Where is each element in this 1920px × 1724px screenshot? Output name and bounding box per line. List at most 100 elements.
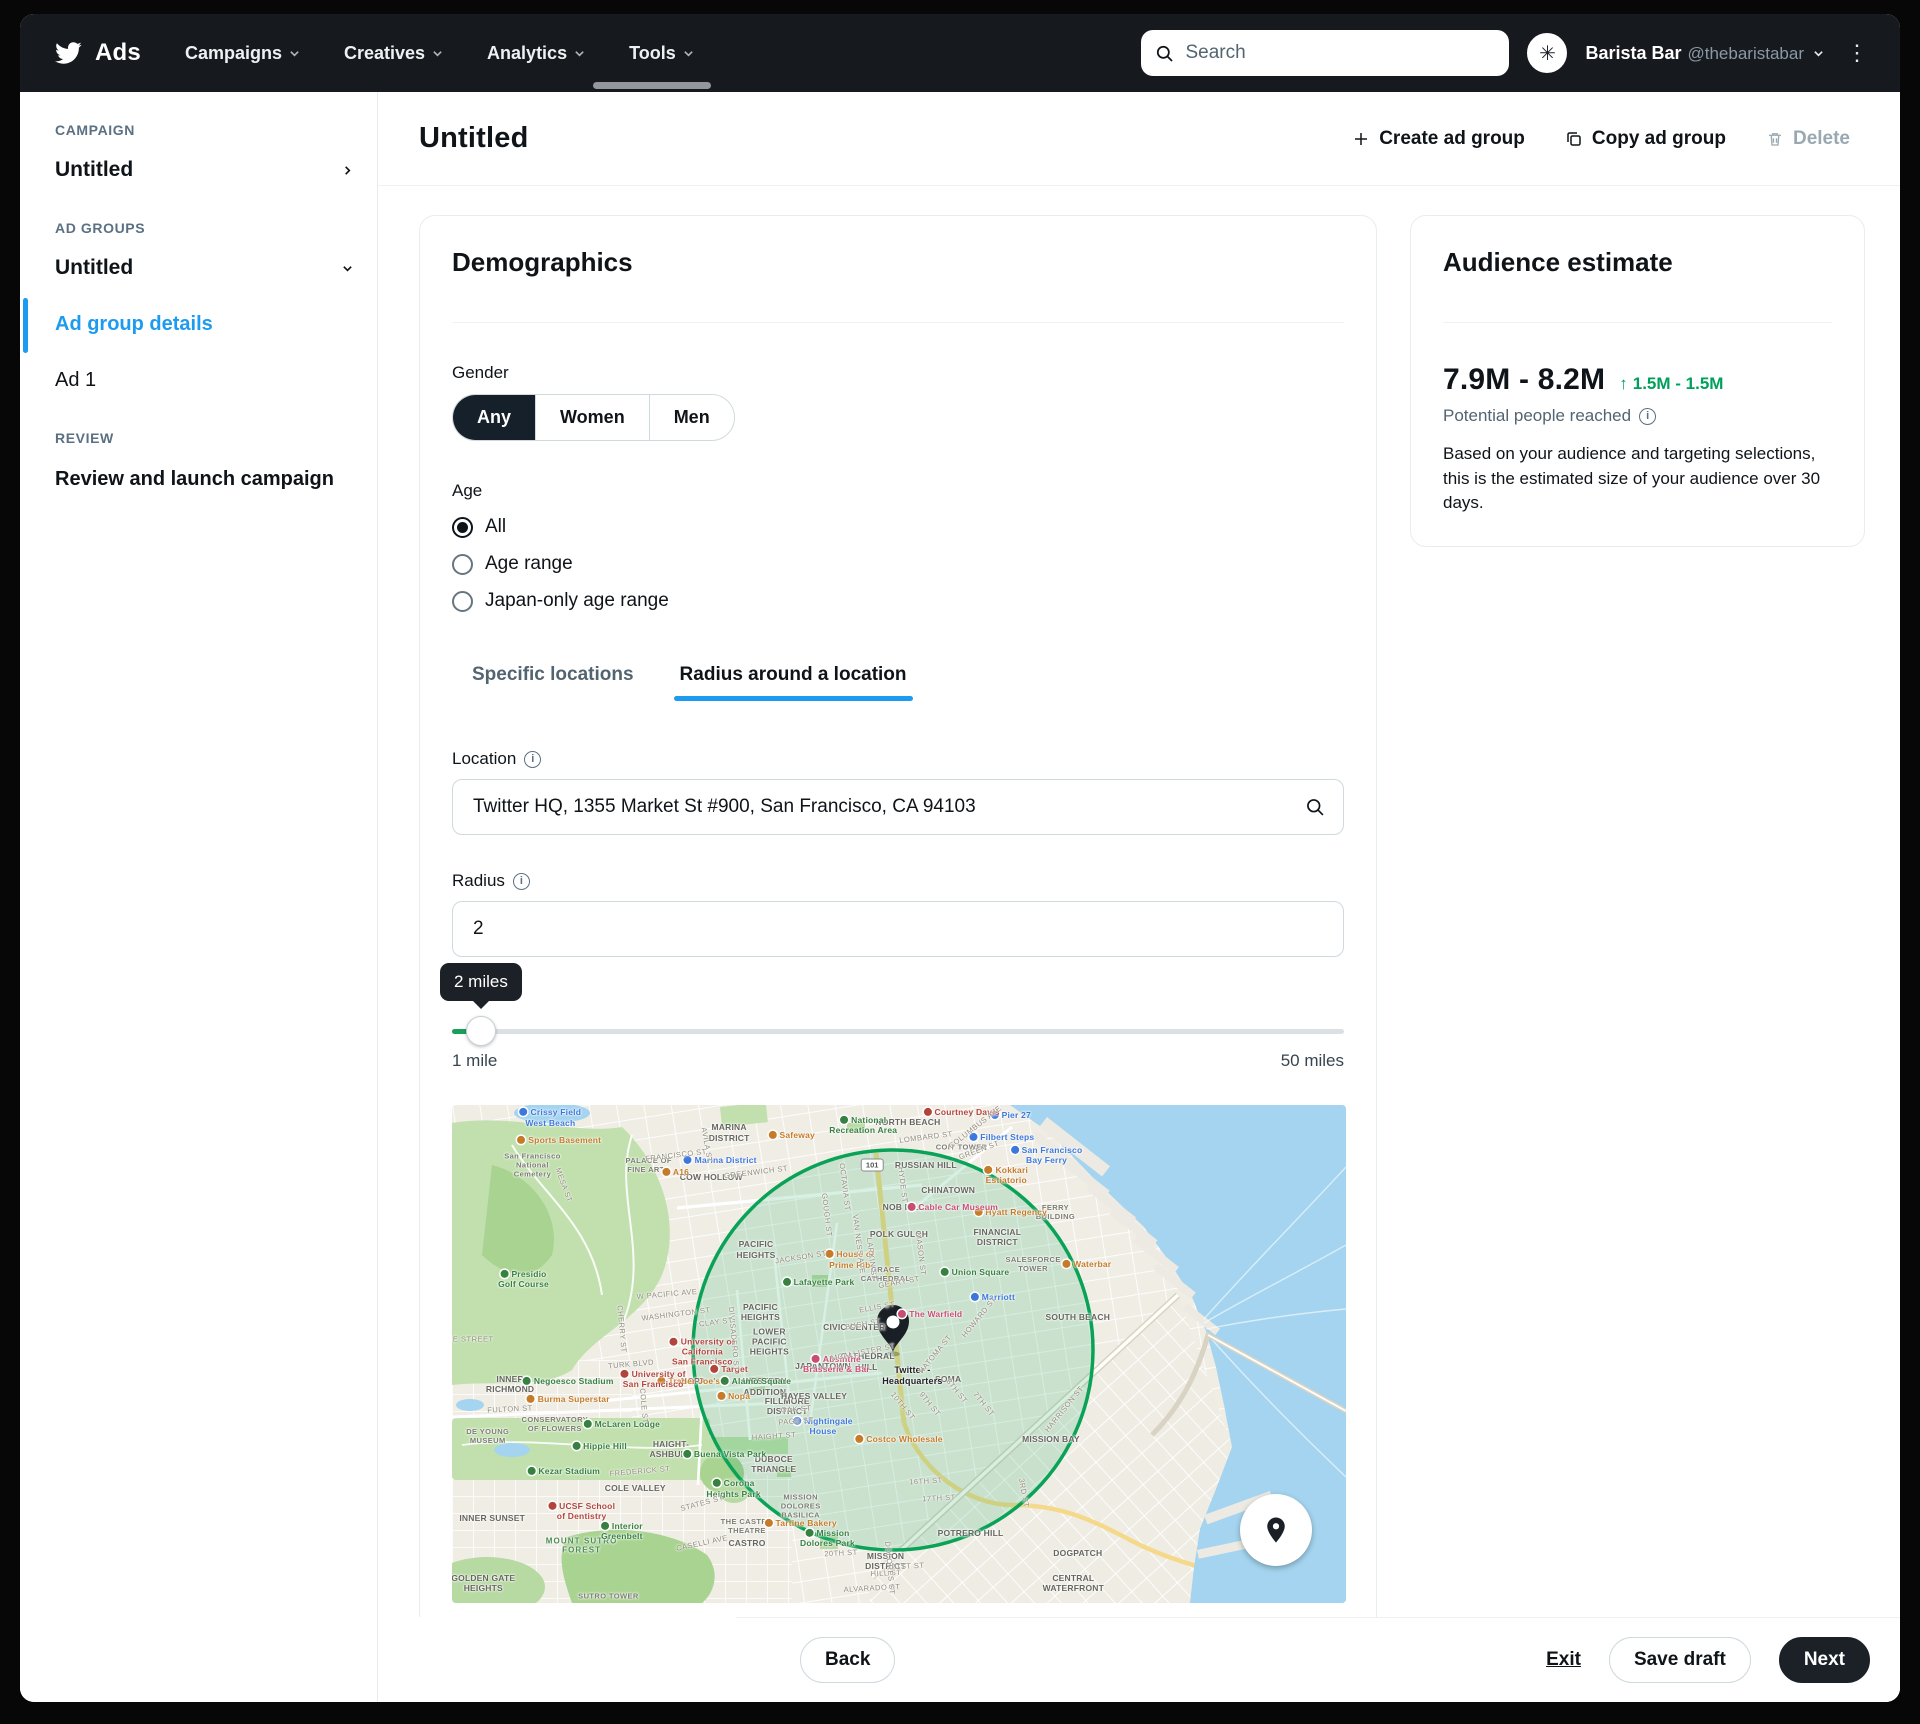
radio-unchecked-icon	[452, 590, 473, 612]
arrow-up-icon: ↑	[1619, 374, 1628, 393]
nav-item-creatives[interactable]: Creatives	[344, 43, 443, 64]
map-label: ALVARADO ST	[843, 1582, 901, 1595]
create-ad-group-label: Create ad group	[1379, 127, 1525, 149]
radius-input[interactable]	[471, 917, 1325, 941]
location-input-wrap	[452, 779, 1344, 835]
plus-icon	[1352, 130, 1370, 148]
map-label: Filbert Steps	[969, 1132, 1034, 1142]
radius-input-wrap	[452, 901, 1344, 957]
map-label: COLUMBUS AVE	[946, 1105, 1004, 1151]
map-label: A16	[662, 1167, 689, 1177]
sidebar-item-review-launch[interactable]: Review and launch campaign	[55, 468, 353, 491]
gender-option-men[interactable]: Men	[648, 395, 734, 440]
age-option-japan-only[interactable]: Japan-only age range	[452, 590, 669, 612]
nav-item-tools[interactable]: Tools	[629, 43, 694, 64]
next-button[interactable]: Next	[1778, 1637, 1870, 1683]
map-label: LOWER PACIFIC HEIGHTS	[749, 1326, 789, 1357]
gender-option-women[interactable]: Women	[535, 395, 649, 440]
map-label: Presidio Golf Course	[498, 1269, 549, 1290]
map-label: GEARY ST	[877, 1273, 921, 1290]
divider	[1443, 322, 1832, 323]
locate-button[interactable]	[1240, 1493, 1313, 1566]
audience-caption-row: Potential people reached	[1443, 406, 1832, 426]
map-label: WESTERN ADDITION	[742, 1376, 787, 1397]
demographics-card: Demographics Gender Any Women Men Age Al…	[419, 215, 1377, 1617]
sidebar-section-campaign: CAMPAIGN	[55, 122, 135, 138]
wizard-footer: Back Exit Save draft Next	[736, 1617, 1900, 1702]
tab-radius-around-location[interactable]: Radius around a location	[673, 664, 913, 701]
age-option-age-range[interactable]: Age range	[452, 553, 573, 575]
brand-name: Ads	[95, 39, 141, 66]
location-tabs: Specific locations Radius around a locat…	[472, 664, 1344, 701]
gender-option-any[interactable]: Any	[453, 395, 536, 440]
map-label: National Recreation Area	[829, 1114, 898, 1135]
slider-track[interactable]	[452, 1029, 1344, 1034]
tab-specific-locations[interactable]: Specific locations	[472, 664, 634, 701]
info-icon[interactable]	[512, 872, 530, 890]
gender-label: Gender	[452, 363, 509, 382]
map-label: 17TH ST	[922, 1493, 957, 1504]
delete-label: Delete	[1792, 127, 1850, 149]
map-label: House of Prime Rib	[825, 1249, 874, 1269]
slider-min-label: 1 mile	[452, 1051, 498, 1070]
exit-link[interactable]: Exit	[1546, 1649, 1581, 1671]
overflow-menu-icon[interactable]: ⋮	[1842, 38, 1872, 68]
sidebar-item-adgroup-untitled[interactable]: Untitled	[55, 256, 353, 280]
map-label: DE YOUNG MUSEUM	[466, 1427, 510, 1446]
map-label: Nightingale House	[793, 1416, 852, 1436]
map-label: SALESFORCE TOWER	[1005, 1255, 1061, 1274]
save-draft-button[interactable]: Save draft	[1608, 1637, 1751, 1683]
search-input[interactable]	[1183, 41, 1496, 65]
map-label: HAYES VALLEY	[780, 1391, 848, 1402]
radio-unchecked-icon	[452, 553, 473, 575]
delete-button[interactable]: Delete	[1766, 128, 1850, 150]
map-label: HARRISON ST	[1043, 1383, 1086, 1434]
age-option-all[interactable]: All	[452, 516, 506, 538]
audience-caption: Potential people reached	[1443, 406, 1632, 425]
horizontal-scrollbar-thumb[interactable]	[593, 82, 711, 89]
map-label: Tartine Bakery	[765, 1518, 837, 1528]
map-label: San Francisco National Cemetery	[504, 1151, 561, 1179]
map-label: MISSION DOLORES BASILICA	[780, 1492, 821, 1520]
nav-item-analytics[interactable]: Analytics	[487, 43, 585, 64]
sidebar-item-ad-group-details[interactable]: Ad group details	[23, 298, 353, 353]
nav-item-campaigns[interactable]: Campaigns	[185, 43, 300, 64]
sidebar-item-ad-1[interactable]: Ad 1	[55, 369, 353, 392]
location-input[interactable]	[471, 795, 1295, 819]
map-label: DUBOCE TRIANGLE	[751, 1453, 797, 1474]
twitter-logo-icon	[54, 39, 82, 67]
location-label: Location	[452, 749, 517, 768]
avatar[interactable]: ✳	[1527, 33, 1568, 73]
map-label: DOGPATCH	[1053, 1548, 1103, 1559]
info-icon[interactable]	[524, 750, 542, 768]
map-label: Kezar Stadium	[527, 1466, 600, 1476]
map-label: Costco Wholesale	[855, 1434, 942, 1444]
sidebar-section-review: REVIEW	[55, 430, 114, 446]
radius-map[interactable]: MARINA DISTRICT NORTH BEACH COW HOLLOW RUSS…	[452, 1105, 1346, 1603]
map-label: MISSION DISTRICT	[865, 1550, 906, 1571]
map-label: MOUNT SUTRO FOREST	[545, 1536, 618, 1555]
search-icon[interactable]	[1305, 797, 1325, 817]
campaign-name: Untitled	[55, 158, 134, 181]
audience-description: Based on your audience and targeting sel…	[1443, 444, 1821, 512]
map-label: 101	[860, 1158, 884, 1172]
map-label: Union Square	[941, 1267, 1010, 1277]
info-icon[interactable]	[1639, 407, 1657, 425]
slider-thumb[interactable]	[466, 1016, 496, 1046]
account-switcher[interactable]: Barista Bar @thebaristabar	[1585, 43, 1824, 64]
create-ad-group-button[interactable]: Create ad group	[1352, 128, 1525, 150]
nav-right: ✳ Barista Bar @thebaristabar ⋮	[1141, 30, 1872, 76]
copy-ad-group-button[interactable]: Copy ad group	[1565, 128, 1726, 150]
brand[interactable]: Ads	[54, 39, 141, 67]
ad-group-name: Untitled	[55, 256, 134, 279]
search-icon	[1155, 44, 1174, 63]
sidebar-item-campaign-untitled[interactable]: Untitled	[55, 158, 353, 182]
map-label: GREENWICH ST	[723, 1163, 789, 1181]
map-label: BUSH ST	[844, 1316, 882, 1332]
slider-max-label: 50 miles	[1280, 1051, 1344, 1070]
search-box[interactable]	[1141, 30, 1510, 76]
back-button[interactable]: Back	[800, 1637, 896, 1683]
map-label: COW HOLLOW	[679, 1172, 743, 1183]
map-label: Sports Basement	[517, 1135, 601, 1145]
content-scroll-area: Demographics Gender Any Women Men Age Al…	[378, 186, 1900, 1617]
